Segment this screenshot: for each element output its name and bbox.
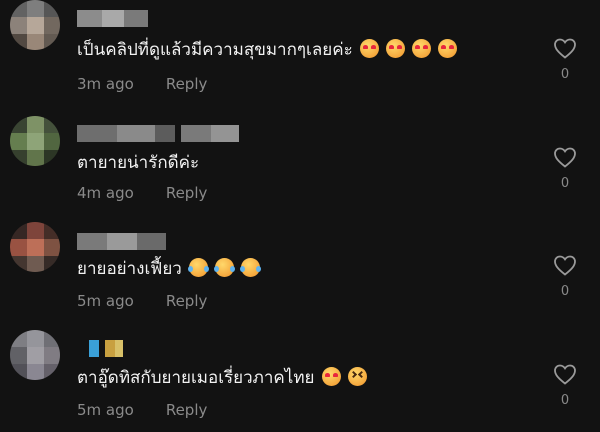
comment-body: ตาอู๊ดทิสกับยายเมอเรี่ยวภาคไทย xyxy=(77,368,315,388)
comment-meta: 4m ago Reply xyxy=(77,184,207,202)
avatar[interactable] xyxy=(10,222,60,272)
heart-eyes-emoji-icon xyxy=(411,39,431,58)
tears-of-joy-emoji-icon xyxy=(239,258,261,277)
heart-like-icon[interactable] xyxy=(553,37,577,59)
username-redacted[interactable] xyxy=(77,233,166,250)
comment-text: ตาอู๊ดทิสกับยายเมอเรี่ยวภาคไทย xyxy=(77,366,367,390)
like-count: 0 xyxy=(560,284,570,299)
comment-meta: 3m ago Reply xyxy=(77,75,207,93)
comment-timestamp: 5m ago xyxy=(77,401,134,419)
comment-item: ตายายน่ารักดีค่ะ 4m ago Reply 0 xyxy=(0,108,600,216)
heart-like-icon[interactable] xyxy=(553,146,577,168)
comment-timestamp: 4m ago xyxy=(77,184,134,202)
heart-eyes-emoji-icon xyxy=(359,39,379,58)
squinting-laugh-emoji-icon xyxy=(347,367,367,386)
heart-like-icon[interactable] xyxy=(553,254,577,276)
comment-text: ตายายน่ารักดีค่ะ xyxy=(77,151,199,175)
comment-meta: 5m ago Reply xyxy=(77,292,207,310)
comment-item: เป็นคลิปที่ดูแล้วมีความสุขมากๆเลยค่ะ 3m … xyxy=(0,0,600,108)
tears-of-joy-emoji-icon xyxy=(187,258,209,277)
comment-item: ตาอู๊ดทิสกับยายเมอเรี่ยวภาคไทย 5m ago Rep… xyxy=(0,324,600,432)
avatar[interactable] xyxy=(10,330,60,380)
like-count: 0 xyxy=(560,67,570,82)
comment-text: ยายอย่างเฟี้ยว xyxy=(77,257,261,281)
comment-item: ยายอย่างเฟี้ยว 5m ago Reply 0 xyxy=(0,216,600,324)
reply-button[interactable]: Reply xyxy=(166,292,208,310)
username-redacted[interactable] xyxy=(77,340,123,357)
comment-timestamp: 5m ago xyxy=(77,292,134,310)
heart-eyes-emoji-icon xyxy=(321,367,341,386)
username-redacted[interactable] xyxy=(77,125,239,142)
reply-button[interactable]: Reply xyxy=(166,401,208,419)
comment-text: เป็นคลิปที่ดูแล้วมีความสุขมากๆเลยค่ะ xyxy=(77,38,457,62)
comment-body: ตายายน่ารักดีค่ะ xyxy=(77,153,200,173)
username-redacted[interactable] xyxy=(77,10,148,27)
comment-body: เป็นคลิปที่ดูแล้วมีความสุขมากๆเลยค่ะ xyxy=(77,40,353,60)
tears-of-joy-emoji-icon xyxy=(213,258,235,277)
reply-button[interactable]: Reply xyxy=(166,184,208,202)
heart-like-icon[interactable] xyxy=(553,363,577,385)
like-count: 0 xyxy=(560,393,570,408)
like-count: 0 xyxy=(560,176,570,191)
heart-eyes-emoji-icon xyxy=(437,39,457,58)
comment-meta: 5m ago Reply xyxy=(77,401,207,419)
comment-body: ยายอย่างเฟี้ยว xyxy=(77,259,182,279)
heart-eyes-emoji-icon xyxy=(385,39,405,58)
reply-button[interactable]: Reply xyxy=(166,75,208,93)
avatar[interactable] xyxy=(10,0,60,50)
comment-timestamp: 3m ago xyxy=(77,75,134,93)
avatar[interactable] xyxy=(10,116,60,166)
